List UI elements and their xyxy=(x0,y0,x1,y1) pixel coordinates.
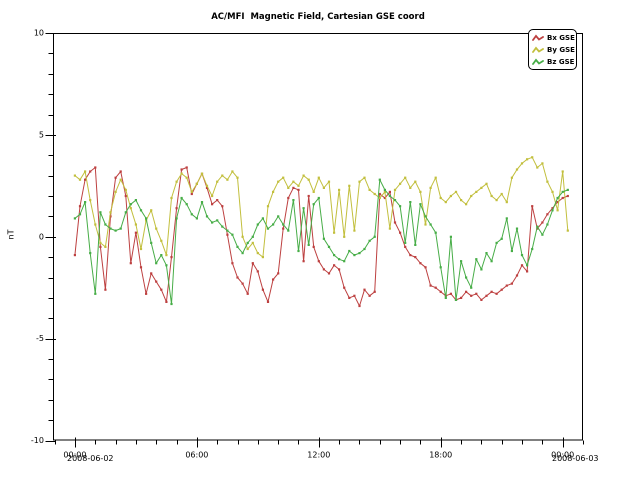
x-tick-label: 12:00 xyxy=(307,451,330,460)
legend-label-bx: Bx GSE xyxy=(547,34,575,42)
legend-item-bz: Bz GSE xyxy=(532,56,576,68)
figure: AC/MFI Magnetic Field, Cartesian GSE coo… xyxy=(0,0,640,480)
legend-item-bx: Bx GSE xyxy=(532,32,576,44)
y-tick-label: -10 xyxy=(31,436,44,445)
x-tick-label: 18:00 xyxy=(429,451,452,460)
x-axis-ticks xyxy=(56,438,584,448)
legend-marker-by-icon xyxy=(532,45,545,55)
series-line-bx-gse xyxy=(75,168,568,307)
plot-frame xyxy=(54,34,583,441)
plot-svg: 1050-5-1000:0006:0012:0018:0000:00 xyxy=(0,0,640,480)
x-axis-date-end: 2008-06-03 xyxy=(552,454,599,463)
x-tick-label: 06:00 xyxy=(185,451,208,460)
y-axis-ticks xyxy=(46,34,57,442)
series-by-gse xyxy=(74,156,569,258)
legend-marker-bx-icon xyxy=(532,33,545,43)
y-tick-label: 5 xyxy=(39,130,44,139)
legend-marker-line xyxy=(533,60,543,64)
series-bx-gse xyxy=(74,166,569,307)
legend-marker-line xyxy=(533,48,543,52)
x-axis-date-start: 2008-06-02 xyxy=(67,454,114,463)
legend: Bx GSE By GSE Bz GSE xyxy=(528,29,577,70)
y-axis-label: nT xyxy=(6,230,15,240)
legend-marker-line xyxy=(533,36,543,40)
legend-label-by: By GSE xyxy=(547,46,575,54)
y-tick-label: -5 xyxy=(36,334,44,343)
legend-item-by: By GSE xyxy=(532,44,576,56)
y-tick-label: 0 xyxy=(39,232,44,241)
y-axis-tick-labels: 10 5 0 -5 -10 xyxy=(31,29,44,446)
legend-marker-bz-icon xyxy=(532,57,545,67)
y-tick-label: 10 xyxy=(34,29,44,38)
series-line-by-gse xyxy=(75,157,568,257)
series-markers-by-gse xyxy=(74,156,569,258)
x-axis-tick-labels: 00:0006:0012:0018:0000:00 xyxy=(63,451,574,460)
legend-label-bz: Bz GSE xyxy=(547,58,574,66)
